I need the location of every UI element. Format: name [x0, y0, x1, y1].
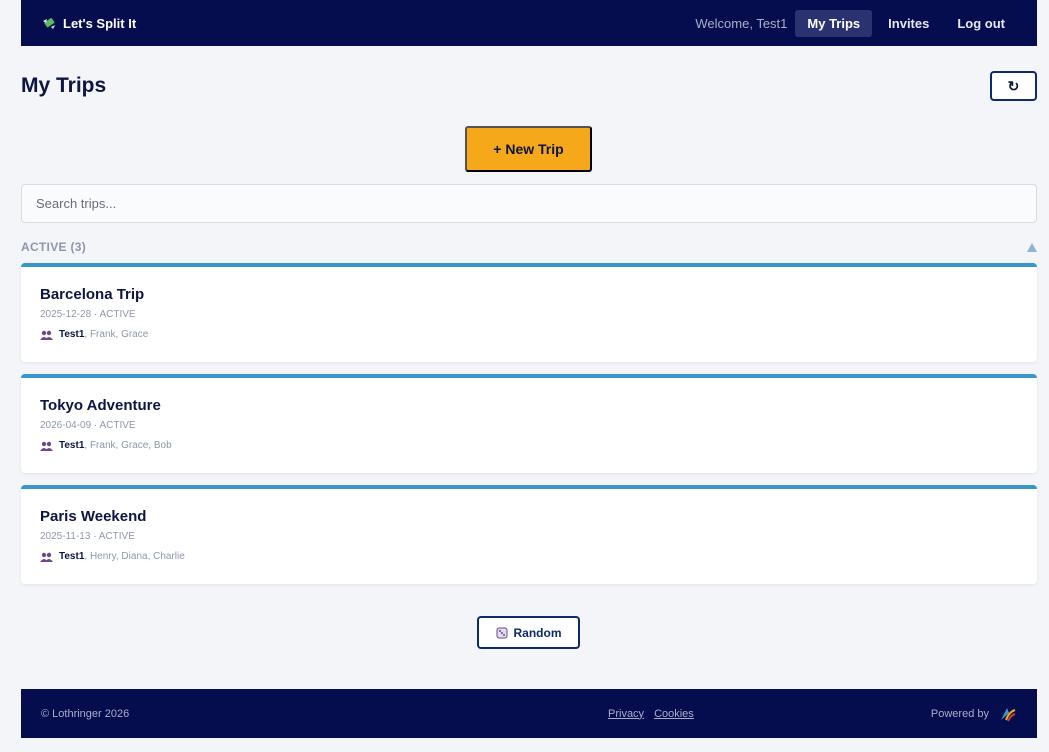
money-wings-icon [43, 18, 55, 29]
trip-others: , Frank, Grace [84, 329, 149, 340]
search-input[interactable] [21, 184, 1037, 223]
cookies-link[interactable]: Cookies [654, 708, 694, 720]
welcome-text: Welcome, Test1 [695, 15, 788, 31]
active-section-header[interactable]: ACTIVE (3) [21, 239, 1037, 255]
trip-name: Tokyo Adventure [40, 397, 161, 414]
trip-card[interactable]: Tokyo Adventure 2026-04-09 · ACTIVE Test… [21, 374, 1037, 473]
copyright: © Lothringer 2026 [41, 707, 130, 720]
trip-name: Barcelona Trip [40, 286, 145, 303]
powered-by-logo-icon[interactable] [997, 704, 1017, 724]
trip-owner: Test1 [59, 329, 85, 340]
collapse-triangle-icon[interactable] [1027, 242, 1037, 252]
trip-card[interactable]: Paris Weekend 2025-11-13 · ACTIVE Test1 … [21, 485, 1037, 584]
trip-name: Paris Weekend [40, 508, 147, 525]
trip-meta: 2026-04-09 · ACTIVE [40, 420, 136, 431]
nav-logout[interactable]: Log out [945, 10, 1017, 37]
dice-icon [496, 627, 507, 638]
nav-my-trips[interactable]: My Trips [795, 9, 873, 37]
trip-others: , Frank, Grace, Bob [84, 440, 172, 451]
powered-by-text: Powered by [930, 707, 989, 720]
trip-members: Test1 , Henry, Diana, Charlie [40, 551, 1018, 562]
page-title: My Trips [21, 74, 107, 97]
trip-meta: 2025-12-28 · ACTIVE [40, 309, 136, 320]
trip-others: , Henry, Diana, Charlie [84, 551, 185, 562]
members-icon [40, 330, 53, 340]
brand-name: Let's Split It [63, 15, 137, 31]
trip-owner: Test1 [59, 440, 85, 451]
privacy-link[interactable]: Privacy [608, 708, 644, 720]
section-label: ACTIVE (3) [21, 240, 87, 254]
footer-links: Privacy Cookies [608, 708, 694, 720]
random-label: Random [513, 625, 562, 640]
footer: © Lothringer 2026 Privacy Cookies Powere… [21, 689, 1037, 738]
trip-members: Test1 , Frank, Grace [40, 329, 1018, 340]
refresh-icon: ↻ [1007, 77, 1020, 94]
members-icon [40, 552, 53, 562]
trip-owner: Test1 [59, 551, 85, 562]
powered-by: Powered by [931, 704, 1017, 724]
trip-card[interactable]: Barcelona Trip 2025-12-28 · ACTIVE Test1… [21, 263, 1037, 362]
top-navbar: Let's Split It Welcome, Test1 My Trips I… [21, 0, 1037, 46]
members-icon [40, 441, 53, 451]
nav-invites[interactable]: Invites [876, 10, 941, 37]
refresh-button[interactable]: ↻ [990, 71, 1037, 101]
app-root: Let's Split It Welcome, Test1 My Trips I… [0, 0, 1049, 752]
brand[interactable]: Let's Split It [41, 15, 136, 31]
trip-members: Test1 , Frank, Grace, Bob [40, 440, 1018, 451]
new-trip-button[interactable]: + New Trip [465, 126, 592, 172]
trip-meta: 2025-11-13 · ACTIVE [40, 531, 135, 542]
main-nav: Welcome, Test1 My Trips Invites Log out [695, 9, 1017, 37]
random-button[interactable]: Random [477, 616, 580, 649]
